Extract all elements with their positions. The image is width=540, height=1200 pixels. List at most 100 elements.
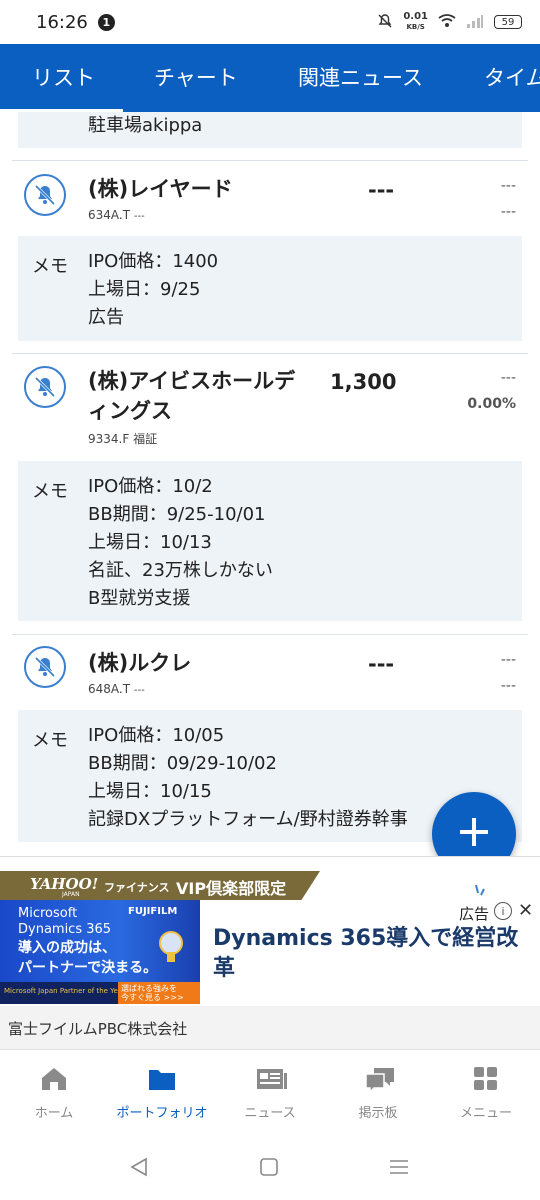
memo-line: IPO価格：10/05 bbox=[88, 725, 225, 746]
alert-bell-icon[interactable] bbox=[24, 366, 66, 408]
stock-change-pct: --- bbox=[500, 204, 516, 220]
nav-home[interactable]: ホーム bbox=[0, 1050, 108, 1136]
stock-name-line: (株)アイビスホールデ bbox=[88, 369, 296, 393]
memo-line: 記録DXプラットフォーム/野村證券幹事 bbox=[88, 809, 408, 830]
ad-image[interactable]: Microsoft Dynamics 365 FUJIFILM 導入の成功は、 … bbox=[0, 900, 200, 1004]
stock-code-value: 9334.F bbox=[88, 432, 130, 446]
net-speed: 0.01 KB/S bbox=[403, 12, 428, 32]
stock-change-pct: --- bbox=[500, 678, 516, 694]
tab-list[interactable]: リスト bbox=[32, 62, 95, 92]
nav-menu[interactable]: メニュー bbox=[432, 1050, 540, 1136]
stock-code: 9334.F 福証 bbox=[88, 430, 157, 447]
nav-news[interactable]: ニュース bbox=[216, 1050, 324, 1136]
memo-box[interactable]: メモ IPO価格：1400 上場日：9/25 広告 bbox=[18, 236, 522, 341]
nav-label: ホーム bbox=[34, 1106, 74, 1121]
divider bbox=[12, 160, 528, 161]
tab-related-news[interactable]: 関連ニュース bbox=[298, 62, 423, 92]
memo-line: IPO価格：1400 bbox=[88, 251, 219, 272]
stock-change: --- bbox=[500, 652, 516, 668]
stock-price: 1,300 bbox=[330, 370, 397, 394]
alert-bell-icon[interactable] bbox=[24, 646, 66, 688]
tab-time[interactable]: タイム bbox=[484, 62, 540, 92]
stock-code: 634A.T --- bbox=[88, 208, 145, 222]
ad-headline[interactable]: Dynamics 365導入で経営改革 bbox=[213, 924, 533, 984]
nav-board[interactable]: 掲示板 bbox=[324, 1050, 432, 1136]
close-icon[interactable]: ✕ bbox=[518, 900, 533, 921]
memo-box: 駐車場akippa bbox=[18, 112, 522, 148]
memo-box[interactable]: メモ IPO価格：10/2 BB期間：9/25-10/01 上場日：10/13 … bbox=[18, 461, 522, 621]
memo-line: 名証、23万株しかない bbox=[88, 560, 273, 581]
vip-label: VIP倶楽部限定 bbox=[176, 879, 287, 898]
system-navigation-bar bbox=[0, 1136, 540, 1200]
nav-label: ポートフォリオ bbox=[116, 1106, 208, 1121]
home-icon bbox=[40, 1066, 68, 1092]
ad-banner[interactable]: Microsoft Dynamics 365 FUJIFILM 導入の成功は、 … bbox=[0, 900, 540, 1006]
stock-change-pct: 0.00% bbox=[467, 396, 516, 412]
memo-line: BB期間：09/29-10/02 bbox=[88, 753, 277, 774]
portfolio-list[interactable]: 駐車場akippa (株)レイヤード 634A.T --- --- --- --… bbox=[0, 112, 540, 856]
nav-label: メニュー bbox=[459, 1106, 512, 1121]
memo-label: メモ bbox=[32, 730, 68, 751]
ad-cta-button[interactable]: 選ばれる強みを 今すぐ見る >>> bbox=[118, 982, 200, 1004]
memo-line: IPO価格：10/2 bbox=[88, 476, 213, 497]
ad-award-strip: Microsoft Japan Partner of the Year 4年連続… bbox=[0, 982, 200, 1004]
memo-line: BB期間：9/25-10/01 bbox=[88, 504, 266, 525]
nav-label: 掲示板 bbox=[358, 1106, 398, 1121]
memo-line: B型就労支援 bbox=[88, 588, 191, 609]
tab-chart[interactable]: チャート bbox=[154, 62, 238, 92]
stock-market: --- bbox=[133, 685, 145, 696]
tab-bar: リスト チャート 関連ニュース タイム bbox=[0, 44, 540, 112]
memo-line: 広告 bbox=[88, 307, 124, 328]
stock-change: --- bbox=[500, 178, 516, 194]
alert-bell-icon[interactable] bbox=[24, 174, 66, 216]
ad-cta-line: 選ばれる強みを bbox=[121, 984, 177, 993]
memo-label: メモ bbox=[32, 481, 68, 502]
memo-line: 上場日：9/25 bbox=[88, 279, 201, 300]
status-bar: 16:26 1 0.01 KB/S 59 bbox=[0, 0, 540, 44]
info-icon[interactable]: i bbox=[494, 902, 512, 920]
ad-brand-logo: Microsoft Dynamics 365 bbox=[18, 906, 111, 938]
memo-line: 上場日：10/15 bbox=[88, 781, 212, 802]
ad-label: 広告 bbox=[459, 905, 490, 923]
ad-advertiser-name: 富士フイルムPBC株式会社 bbox=[8, 1020, 188, 1038]
home-button-icon[interactable] bbox=[259, 1157, 279, 1181]
back-icon[interactable] bbox=[128, 1156, 150, 1182]
fujifilm-logo: FUJIFILM bbox=[128, 906, 178, 917]
stock-market: --- bbox=[133, 211, 145, 222]
wifi-icon bbox=[438, 13, 456, 31]
divider bbox=[12, 634, 528, 635]
stock-code-value: 634A.T bbox=[88, 208, 131, 222]
plus-icon bbox=[457, 815, 491, 853]
net-speed-value: 0.01 bbox=[403, 11, 428, 22]
ad-advertiser-bar[interactable]: 富士フイルムPBC株式会社 bbox=[0, 1006, 540, 1050]
nav-portfolio[interactable]: ポートフォリオ bbox=[108, 1050, 216, 1136]
news-icon bbox=[256, 1066, 287, 1092]
signal-icon bbox=[466, 14, 484, 31]
memo-label: メモ bbox=[32, 256, 68, 277]
stock-name: (株)アイビスホールデ ィングス bbox=[88, 366, 295, 426]
stock-change: --- bbox=[500, 370, 516, 386]
divider bbox=[12, 353, 528, 354]
ad-copy-line: パートナーで決まる。 bbox=[18, 960, 158, 976]
nav-label: ニュース bbox=[244, 1106, 296, 1121]
memo-line: 駐車場akippa bbox=[88, 115, 203, 136]
folder-icon bbox=[148, 1066, 176, 1092]
recents-icon[interactable] bbox=[388, 1158, 410, 1180]
net-speed-unit: KB/S bbox=[406, 23, 425, 31]
stock-name: (株)ルクレ bbox=[88, 651, 192, 675]
ad-brand-line: Dynamics 365 bbox=[18, 922, 112, 937]
vip-promo-banner[interactable]: YAHOO! JAPAN ファイナンス VIP倶楽部限定 bbox=[0, 856, 540, 901]
stock-name: (株)レイヤード bbox=[88, 177, 233, 201]
ad-copy-line: 導入の成功は、 bbox=[18, 940, 116, 956]
stock-code: 648A.T --- bbox=[88, 682, 145, 696]
battery-indicator: 59 bbox=[494, 15, 522, 29]
ad-brand-line: Microsoft bbox=[18, 906, 78, 921]
mute-icon bbox=[377, 13, 393, 32]
ad-cta-line: 今すぐ見る >>> bbox=[121, 993, 184, 1002]
grid-icon bbox=[472, 1066, 500, 1092]
stock-name-line: ィングス bbox=[88, 399, 172, 423]
chat-icon bbox=[364, 1066, 394, 1094]
yahoo-japan-subtext: JAPAN bbox=[62, 891, 80, 898]
award-badge-icon bbox=[158, 930, 184, 968]
ad-copy: 導入の成功は、 パートナーで決まる。 bbox=[18, 938, 157, 978]
